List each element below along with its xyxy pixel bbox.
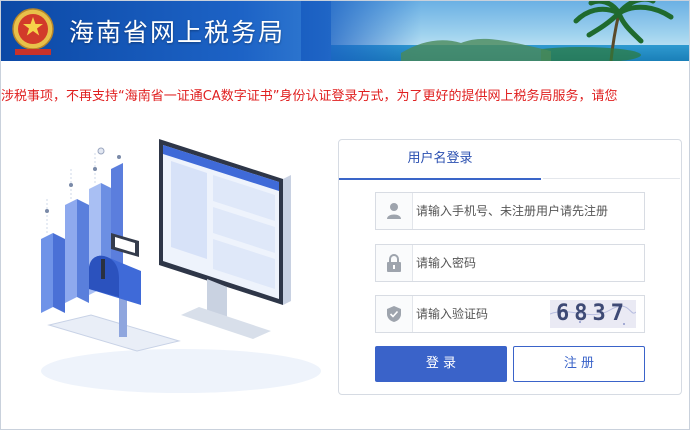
password-field <box>375 244 645 282</box>
notice-text: 涉税事项，不再支持“海南省一证通CA数字证书”身份认证登录方式，为了更好的提供网… <box>1 89 618 104</box>
page-frame: 海南省网上税务局 涉税事项，不再支持“海南省一证通CA数字证书”身份认证登录方式… <box>0 0 690 430</box>
island-icon <box>401 38 551 61</box>
computer-mailbox-illustration <box>41 139 321 393</box>
notice-marquee: 涉税事项，不再支持“海南省一证通CA数字证书”身份认证登录方式，为了更好的提供网… <box>1 63 689 123</box>
captcha-input[interactable] <box>416 304 546 324</box>
register-button[interactable]: 注 册 <box>513 346 645 382</box>
tax-emblem-icon <box>12 8 54 55</box>
user-icon <box>376 193 413 229</box>
captcha-code: 6837 <box>556 301 629 326</box>
tab-username-login-label: 用户名登录 <box>407 151 473 166</box>
captcha-field: 6837 <box>375 295 645 333</box>
shield-icon <box>376 296 413 332</box>
site-title: 海南省网上税务局 <box>69 18 286 47</box>
captcha-image[interactable]: 6837 <box>550 300 636 328</box>
phone-field <box>375 192 645 230</box>
login-panel: 用户名登录 请输入手机号、未注册用户请先注册 请输入验证码 6837 登 录 注… <box>338 139 682 395</box>
lock-icon <box>376 245 413 281</box>
monitor-graphic <box>159 139 291 339</box>
tab-divider <box>543 178 680 179</box>
palm-tree-icon <box>541 1 674 61</box>
login-button[interactable]: 登 录 <box>375 346 507 382</box>
phone-input[interactable] <box>416 201 636 221</box>
site-header: 海南省网上税务局 <box>1 1 689 61</box>
password-input[interactable] <box>416 253 636 273</box>
tab-username-login[interactable]: 用户名登录 <box>339 140 541 180</box>
